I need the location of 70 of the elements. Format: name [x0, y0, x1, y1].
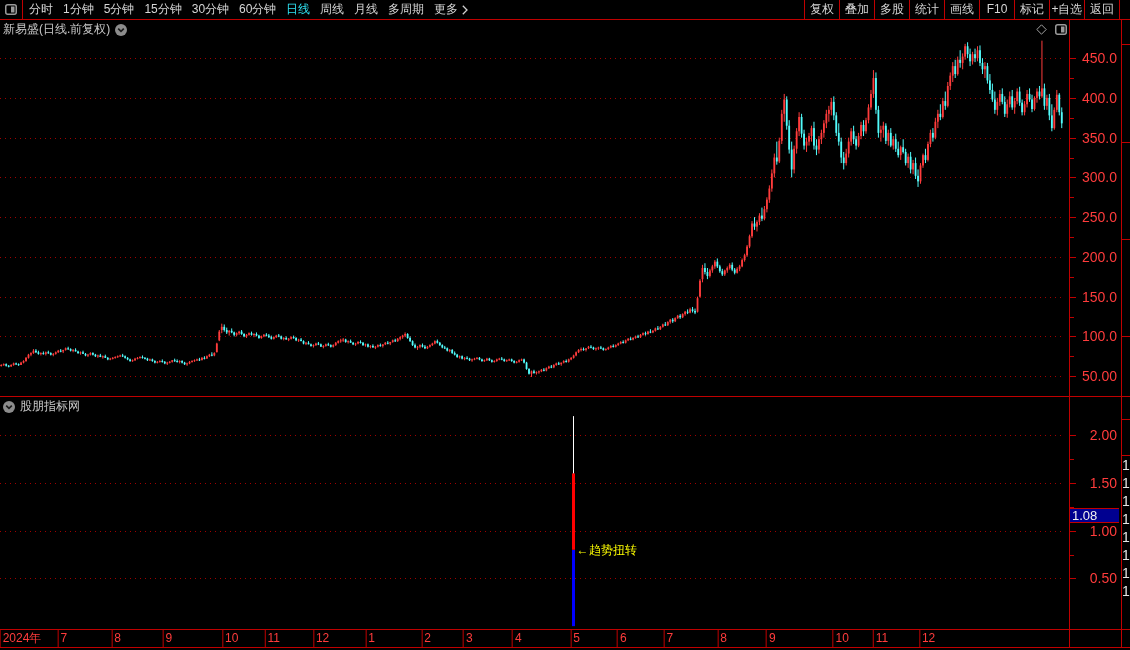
toolbar-button[interactable]: +自选	[1049, 0, 1084, 19]
axis-label: 450.0	[1081, 50, 1117, 67]
list-value: 1	[1122, 564, 1130, 582]
axis-label: 4	[512, 630, 523, 647]
axis-label: 10	[832, 630, 850, 647]
axis-label: 3	[463, 630, 474, 647]
period-tab[interactable]: 多周期	[383, 0, 430, 19]
list-value: 1	[1122, 474, 1130, 492]
chevron-down-icon[interactable]	[115, 23, 128, 36]
axis-label: 1.00	[1089, 522, 1117, 539]
panel-icon[interactable]	[1055, 24, 1067, 35]
toolbar-button[interactable]: 画线	[944, 0, 979, 19]
axis-label: 200.0	[1081, 248, 1117, 265]
axis-label: 1	[365, 630, 376, 647]
axis-label: 7	[57, 630, 69, 647]
toolbar-button[interactable]: 复权	[804, 0, 839, 19]
list-value: 1	[1122, 582, 1130, 600]
period-tab[interactable]: 60分钟	[234, 0, 282, 19]
period-tab[interactable]: 15分钟	[139, 0, 187, 19]
axis-label: 6	[616, 630, 628, 647]
value-readout: 1.08	[1070, 508, 1119, 523]
period-tab[interactable]: 月线	[349, 0, 384, 19]
list-value: 1	[1122, 528, 1130, 546]
axis-label: 150.0	[1081, 288, 1117, 305]
toolbar-button[interactable]: 叠加	[839, 0, 874, 19]
period-tab[interactable]: 分时	[24, 0, 58, 19]
axis-label: 2.00	[1089, 427, 1117, 444]
list-value: 1	[1122, 492, 1130, 510]
axis-label: 9	[162, 630, 174, 647]
axis-label: 250.0	[1081, 209, 1117, 226]
list-value: 1	[1122, 546, 1130, 564]
period-tab[interactable]: 30分钟	[186, 0, 235, 19]
list-value: 1	[1122, 456, 1130, 474]
period-tab[interactable]: 周线	[315, 0, 350, 19]
toolbar-button[interactable]: 统计	[909, 0, 944, 19]
axis-label: 11	[872, 630, 890, 647]
pane-title: 新易盛(日线.前复权)	[3, 22, 111, 37]
toolbar-button[interactable]: F10	[979, 0, 1014, 19]
axis-label: 8	[717, 630, 728, 647]
diamond-icon[interactable]	[1036, 24, 1047, 35]
axis-label: 350.0	[1081, 129, 1117, 146]
chevron-right-icon	[462, 4, 469, 15]
axis-label: 400.0	[1081, 89, 1117, 106]
axis-label: 12	[918, 630, 937, 647]
annotation-label: ←趋势扭转	[576, 541, 637, 558]
period-tab[interactable]: 5分钟	[98, 0, 140, 19]
axis-label: 300.0	[1081, 169, 1117, 186]
more-menu-button[interactable]: 更多	[429, 0, 474, 19]
axis-label: 100.0	[1081, 328, 1117, 345]
axis-label: 2	[421, 630, 432, 647]
chevron-down-icon[interactable]	[3, 400, 15, 413]
toolbar-button[interactable]: 返回	[1084, 0, 1119, 19]
axis-label: 8	[111, 630, 122, 647]
period-tab[interactable]: 日线	[281, 0, 316, 19]
panel-icon	[5, 4, 17, 15]
axis-label: 5	[570, 630, 581, 647]
toolbar-button[interactable]: 多股	[874, 0, 909, 19]
list-value: 1	[1122, 510, 1130, 528]
period-tab[interactable]: 1分钟	[58, 0, 99, 19]
toolbar-button[interactable]: 标记	[1014, 0, 1049, 19]
axis-label: 2024年	[0, 630, 43, 647]
axis-label: 7	[663, 630, 675, 647]
axis-label: 12	[312, 630, 331, 647]
axis-label: 0.50	[1089, 570, 1117, 587]
axis-label: 50.00	[1081, 368, 1117, 385]
axis-label: 1.50	[1089, 474, 1117, 491]
axis-label: 10	[222, 630, 240, 647]
pane-title: 股朋指标网	[20, 399, 80, 414]
axis-label: 11	[264, 630, 281, 647]
axis-label: 9	[766, 630, 777, 647]
